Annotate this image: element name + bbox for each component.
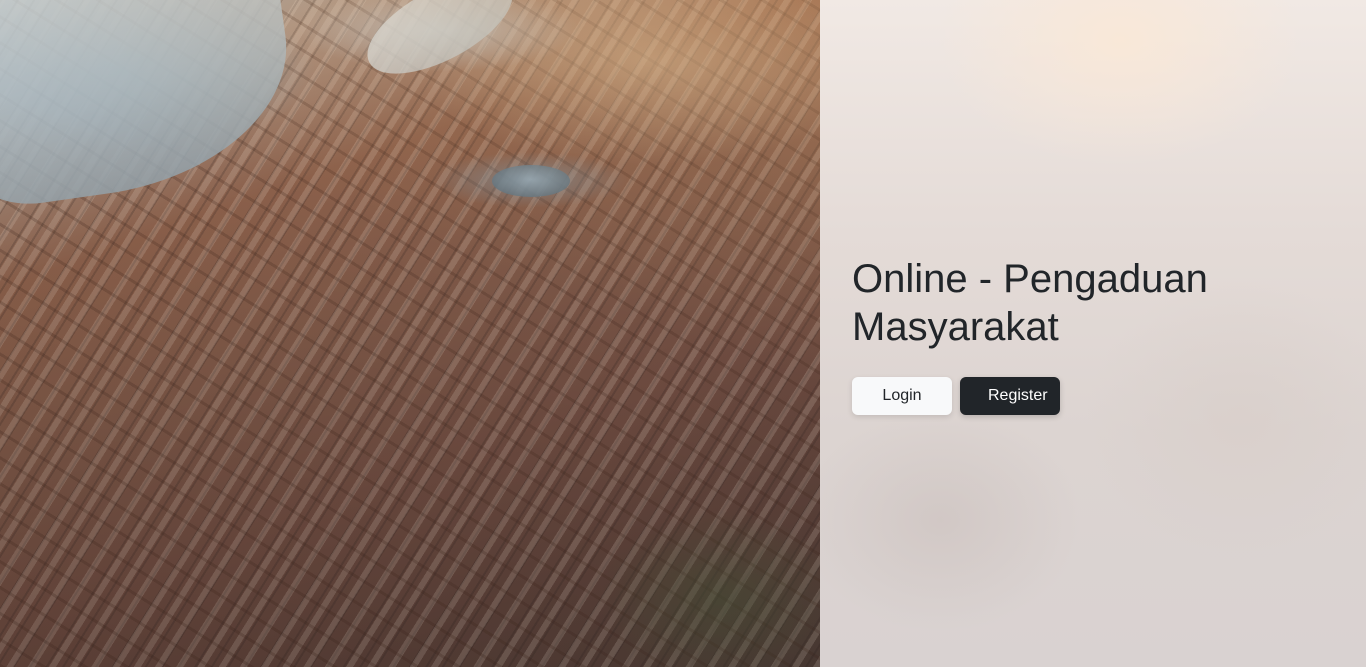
page-title: Online - Pengaduan Masyarakat xyxy=(852,255,1272,351)
register-button[interactable]: Register xyxy=(960,377,1060,415)
page-title-line-2: Masyarakat xyxy=(852,305,1059,349)
landing-page: Online - Pengaduan Masyarakat Login Regi… xyxy=(0,0,1366,667)
content-panel: Online - Pengaduan Masyarakat Login Regi… xyxy=(820,0,1366,667)
city-aerial-photo xyxy=(0,0,820,667)
page-title-line-1: Online - Pengaduan xyxy=(852,257,1208,301)
hero-content: Online - Pengaduan Masyarakat Login Regi… xyxy=(852,255,1272,415)
sunlight-overlay xyxy=(0,0,820,667)
login-button[interactable]: Login xyxy=(852,377,952,415)
action-buttons: Login Register xyxy=(852,377,1272,415)
